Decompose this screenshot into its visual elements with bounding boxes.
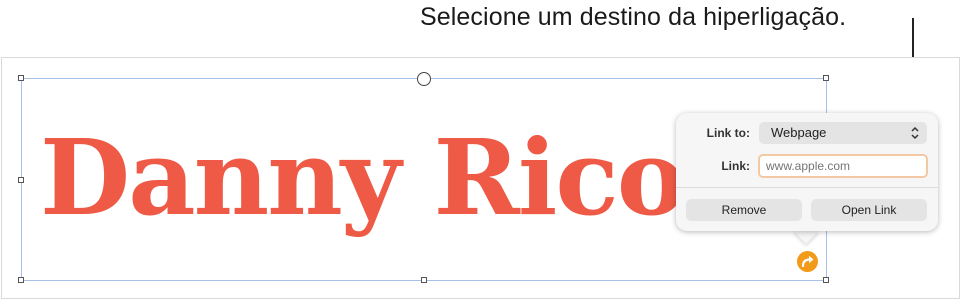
link-to-label: Link to: [706,126,750,140]
chevron-up-down-icon [911,126,919,140]
hyperlink-arrow-icon [801,255,814,268]
handle-bottom-right[interactable] [823,277,829,283]
remove-button[interactable]: Remove [686,199,802,221]
handle-bottom-left[interactable] [18,277,24,283]
link-url-input[interactable] [758,154,928,178]
handle-bottom-mid[interactable] [421,277,427,283]
handle-top-right[interactable] [823,75,829,81]
rotate-handle[interactable] [417,72,431,86]
popover-divider [676,187,938,188]
callout-text: Selecione um destino da hiperligação. [420,3,847,31]
hyperlink-popover: Link to: Webpage Link: Remove Open Link [676,113,938,231]
handle-mid-left[interactable] [18,177,24,183]
link-label: Link: [721,159,750,173]
link-to-value: Webpage [771,125,827,140]
title-text[interactable]: Danny Rico [40,118,686,238]
link-to-select[interactable]: Webpage [759,122,927,144]
open-link-button[interactable]: Open Link [811,199,927,221]
hyperlink-badge[interactable] [797,251,818,272]
handle-top-left[interactable] [18,75,24,81]
